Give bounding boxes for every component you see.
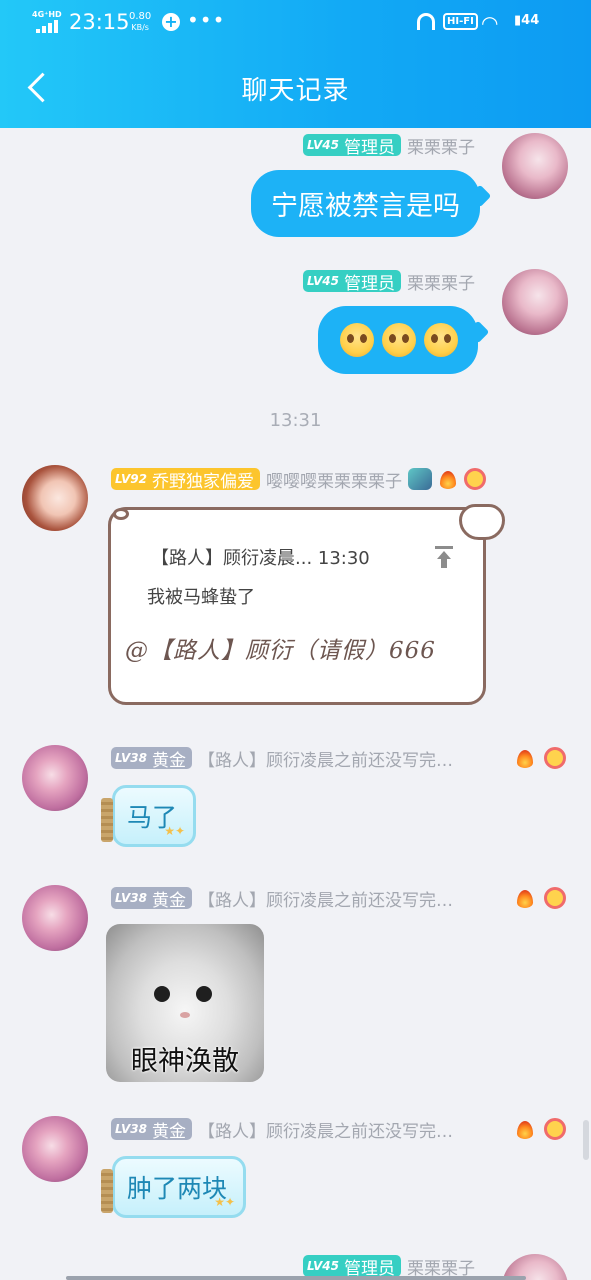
- member-title: 管理员: [344, 273, 395, 294]
- member-title: 管理员: [344, 137, 395, 158]
- star-decoration-icon: ★✦: [214, 1195, 236, 1209]
- bunny-decoration-icon: [459, 504, 505, 540]
- flame-icon: [515, 887, 535, 909]
- flame-icon: [515, 1118, 535, 1140]
- page-title: 聊天记录: [241, 76, 350, 106]
- hifi-badge: HI-FI: [443, 13, 478, 30]
- sender-name[interactable]: 【路人】顾衍凌晨之前还没写完…: [198, 886, 453, 911]
- member-title: 乔野独家偏爱: [151, 471, 254, 492]
- level-number: LV92: [115, 472, 147, 486]
- sender-name[interactable]: 栗栗栗子: [407, 133, 475, 158]
- message-sender-info: LV45 管理员 栗栗栗子: [303, 1254, 475, 1279]
- notification-icon: +: [162, 13, 180, 31]
- star-decoration-icon: ★✦: [164, 824, 186, 838]
- message-sender-info: LV92 乔野独家偏爱 嘤嘤嘤栗栗栗栗子: [111, 467, 486, 492]
- sticker-image[interactable]: 眼神涣散: [106, 924, 264, 1082]
- smiley-badge-icon: [544, 1118, 566, 1140]
- time-divider: 13:31: [269, 410, 322, 431]
- cork-decoration-icon: [101, 1169, 113, 1213]
- avatar[interactable]: [502, 269, 568, 335]
- sender-name[interactable]: 【路人】顾衍凌晨之前还没写完…: [198, 746, 453, 771]
- level-number: LV45: [307, 274, 339, 288]
- smiley-badge-icon: [544, 747, 566, 769]
- network-speed: 0.80 KB/s: [129, 11, 151, 33]
- smiley-badge-icon: [544, 887, 566, 909]
- avatar[interactable]: [22, 745, 88, 811]
- message-sender-info: LV38 黄金 【路人】顾衍凌晨之前还没写完…: [111, 746, 453, 771]
- network-indicator: 4G⁺HD: [32, 10, 62, 19]
- speed-value: 0.80: [129, 11, 152, 22]
- member-title: 黄金: [151, 750, 186, 771]
- reply-text: @【路人】顾衍（请假）666: [125, 638, 436, 664]
- level-badge: LV45 管理员: [303, 270, 401, 294]
- home-indicator[interactable]: [66, 1276, 526, 1280]
- level-number: LV45: [307, 1259, 339, 1273]
- dragon-icon: [407, 468, 432, 490]
- member-title: 黄金: [151, 1121, 186, 1142]
- sender-name[interactable]: 【路人】顾衍凌晨之前还没写完…: [198, 1117, 453, 1142]
- signal-icon: [36, 20, 58, 33]
- level-badge: LV38 黄金: [111, 747, 192, 771]
- avatar[interactable]: [502, 133, 568, 199]
- scrollbar[interactable]: [583, 1120, 589, 1160]
- avatar[interactable]: [22, 885, 88, 951]
- battery-level: 44: [521, 13, 540, 28]
- wifi-icon: ◠: [481, 11, 499, 35]
- member-title: 黄金: [151, 890, 186, 911]
- top-bar: 4G⁺HD 23:15 0.80 KB/s + ••• HI-FI ◠ ▮44 …: [0, 0, 591, 128]
- level-badge: LV45 管理员: [303, 1255, 401, 1279]
- level-badge: LV38 黄金: [111, 1118, 192, 1142]
- message-bubble[interactable]: [318, 306, 478, 374]
- reply-message-card[interactable]: 【路人】顾衍凌晨... 13:30 我被马蜂蛰了 @【路人】顾衍（请假）666: [108, 504, 505, 705]
- level-number: LV38: [115, 1122, 147, 1136]
- message-sender-info: LV45 管理员 栗栗栗子: [303, 269, 475, 294]
- message-text: 肿了两块: [127, 1174, 228, 1203]
- clock: 23:15: [69, 10, 130, 34]
- smiley-badge-icon: [463, 468, 486, 490]
- quoted-message-header[interactable]: 【路人】顾衍凌晨... 13:30: [151, 544, 370, 570]
- message-sender-info: LV38 黄金 【路人】顾衍凌晨之前还没写完…: [111, 886, 453, 911]
- cat-nose: [180, 1012, 190, 1018]
- cork-decoration-icon: [101, 798, 113, 842]
- nav-bar: 聊天记录: [0, 60, 591, 116]
- level-badge: LV38 黄金: [111, 887, 192, 911]
- sender-name[interactable]: 嘤嘤嘤栗栗栗栗子: [266, 467, 402, 492]
- corner-decoration-icon: [113, 508, 129, 520]
- pleading-face-icon: [424, 323, 458, 357]
- more-notifications-icon: •••: [187, 8, 226, 32]
- message-bubble[interactable]: 宁愿被禁言是吗: [251, 170, 480, 237]
- battery-indicator: ▮44: [514, 13, 540, 28]
- sender-name[interactable]: 栗栗栗子: [407, 269, 475, 294]
- level-number: LV38: [115, 891, 147, 905]
- status-bar: 4G⁺HD 23:15 0.80 KB/s + ••• HI-FI ◠ ▮44: [0, 0, 591, 44]
- speed-unit: KB/s: [131, 23, 149, 32]
- jump-arrow-stem: [441, 559, 447, 568]
- avatar[interactable]: [22, 465, 88, 531]
- avatar[interactable]: [22, 1116, 88, 1182]
- level-number: LV45: [307, 138, 339, 152]
- flame-icon: [515, 747, 535, 769]
- headphones-icon: [417, 13, 435, 30]
- sticker-caption: 眼神涣散: [131, 1046, 239, 1077]
- sender-name[interactable]: 栗栗栗子: [407, 1254, 475, 1279]
- level-badge: LV92 乔野独家偏爱: [111, 468, 260, 492]
- message-text: 宁愿被禁言是吗: [271, 191, 460, 222]
- level-number: LV38: [115, 751, 147, 765]
- message-sender-info: LV38 黄金 【路人】顾衍凌晨之前还没写完…: [111, 1117, 453, 1142]
- pleading-face-icon: [340, 323, 374, 357]
- quoted-message-text: 我被马蜂蛰了: [147, 587, 255, 608]
- message-sender-info: LV45 管理员 栗栗栗子: [303, 133, 475, 158]
- flame-icon: [438, 468, 458, 490]
- message-bubble[interactable]: 马了 ★✦: [101, 785, 197, 847]
- pleading-face-icon: [382, 323, 416, 357]
- level-badge: LV45 管理员: [303, 134, 401, 158]
- message-bubble[interactable]: 肿了两块 ★✦: [101, 1156, 247, 1218]
- member-title: 管理员: [344, 1258, 395, 1279]
- cat-eyes: [154, 986, 170, 1002]
